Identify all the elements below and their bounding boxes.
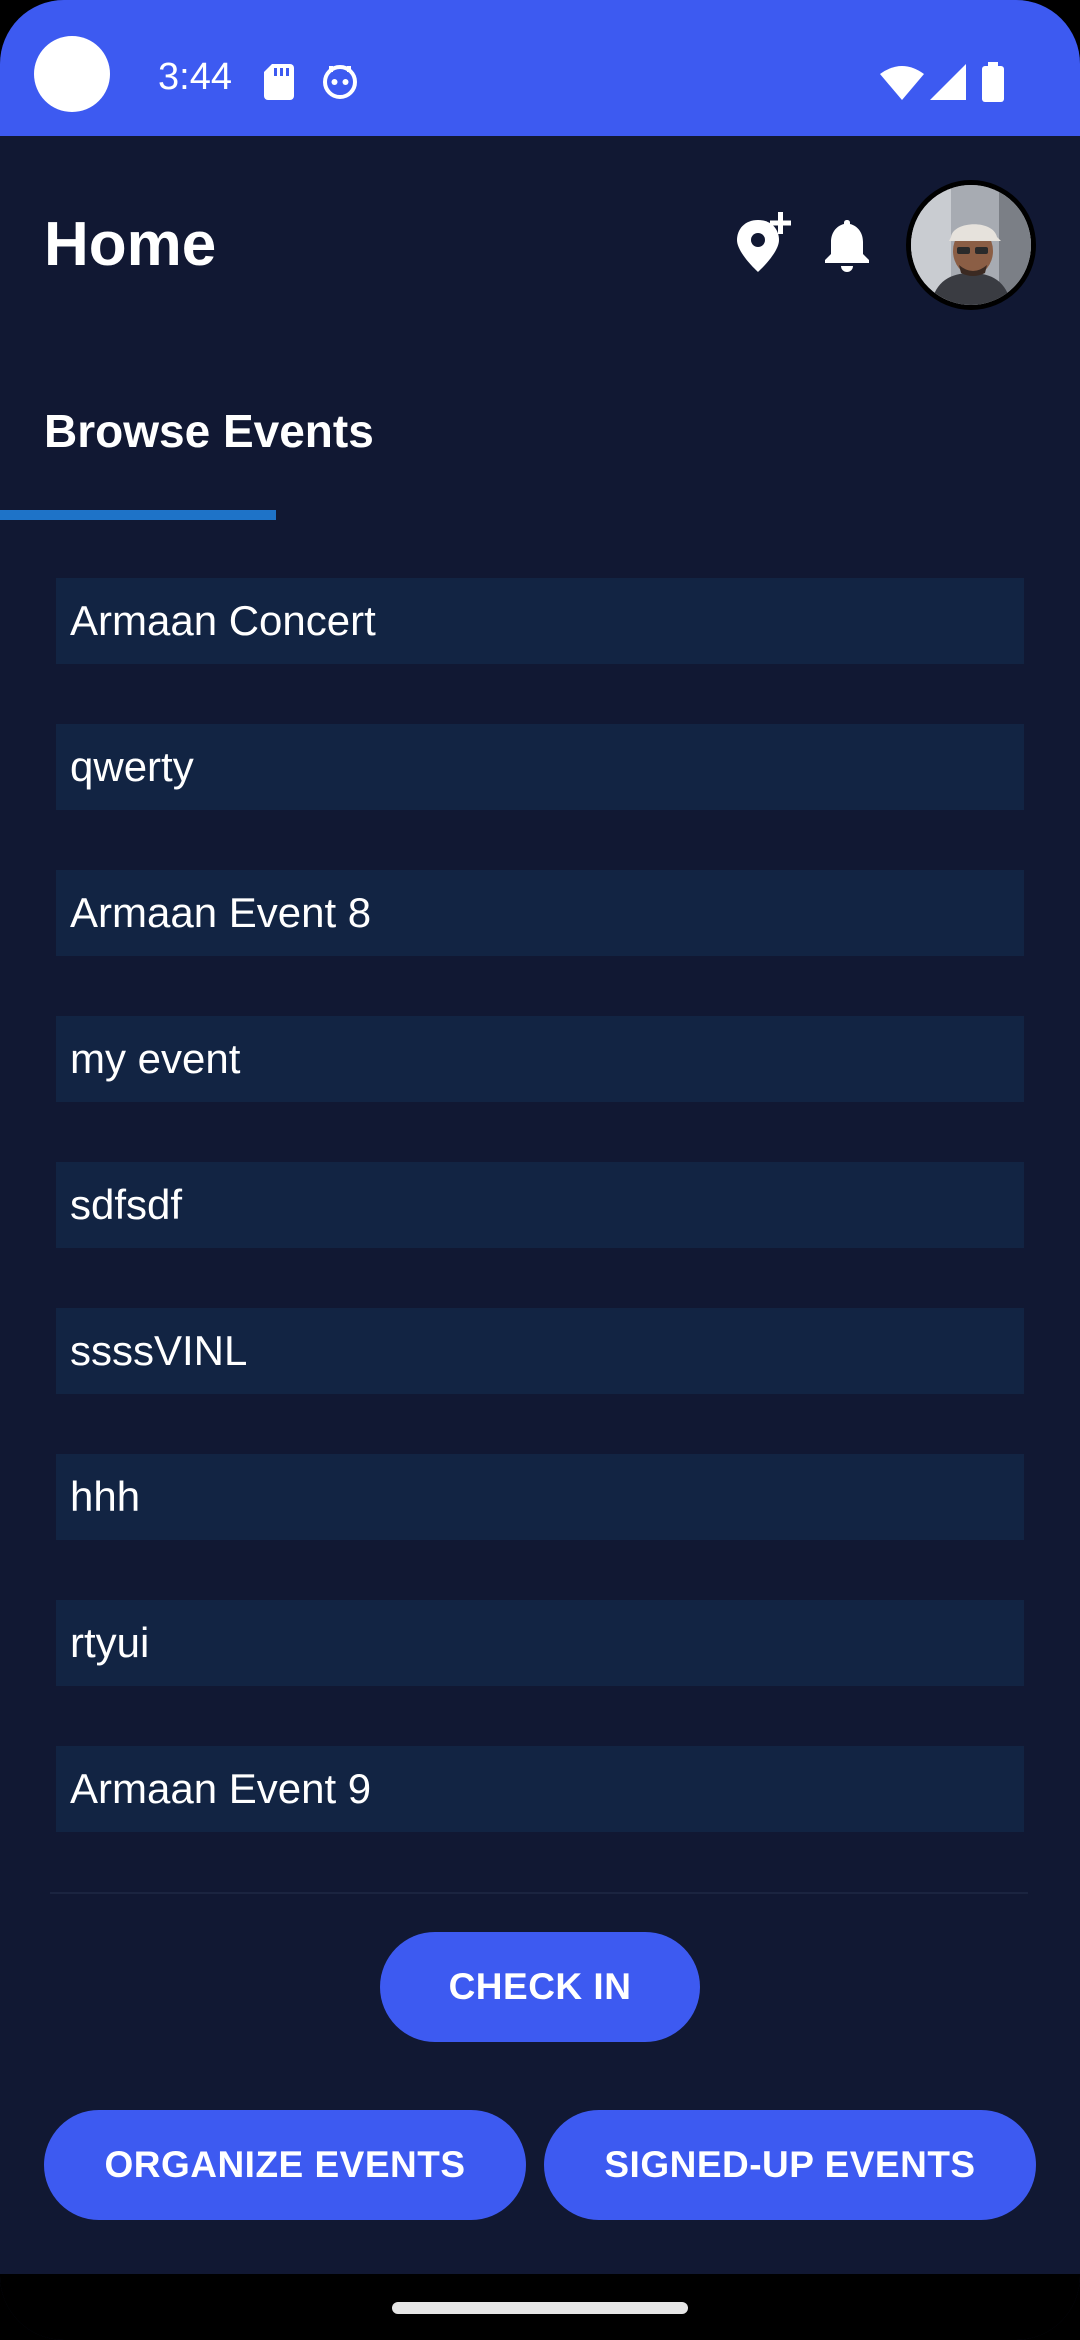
event-label: qwerty [70,743,194,790]
signed-up-events-button[interactable]: SIGNED-UP EVENTS [544,2110,1036,2220]
avatar-photo [911,185,1031,305]
event-item[interactable]: sdfsdf [56,1162,1024,1248]
phone-screen: 3:44 Home Browse Events Armaan Concert q… [0,0,1080,2340]
event-label: hhh [70,1473,141,1520]
bot-icon [323,65,357,99]
event-label: sdfsdf [70,1181,183,1228]
event-item[interactable]: Armaan Event 9 [56,1746,1024,1832]
tab-indicator [0,510,276,520]
page-title: Home [44,210,217,279]
battery-icon [982,62,1004,102]
event-item[interactable]: Armaan Concert [56,578,1024,664]
status-time: 3:44 [158,56,232,98]
camera-cutout [34,36,110,112]
status-bar: 3:44 [0,0,1080,136]
bell-icon[interactable] [822,216,872,274]
event-item[interactable]: rtyui [56,1600,1024,1686]
event-label: rtyui [70,1619,150,1666]
home-gesture-handle[interactable] [392,2302,688,2314]
event-item[interactable]: my event [56,1016,1024,1102]
event-label: Armaan Event 8 [70,889,372,936]
wifi-icon [880,66,924,100]
event-label: Armaan Event 9 [70,1765,372,1812]
event-label: ssssVINL [70,1327,248,1374]
signal-icon [930,64,966,100]
sd-card-icon [264,64,294,100]
add-location-icon[interactable] [734,212,794,274]
person-icon [911,185,1031,305]
event-label: my event [70,1035,241,1082]
event-item[interactable]: qwerty [56,724,1024,810]
event-list: Armaan Concert qwerty Armaan Event 8 my … [56,578,1024,1892]
event-label: Armaan Concert [70,597,376,644]
organize-events-button[interactable]: ORGANIZE EVENTS [44,2110,526,2220]
event-item[interactable]: Armaan Event 8 [56,870,1024,956]
check-in-button[interactable]: CHECK IN [380,1932,700,2042]
tab-browse-events[interactable]: Browse Events [44,408,374,454]
event-item[interactable]: hhh [56,1454,1024,1540]
list-divider [50,1892,1028,1894]
profile-avatar[interactable] [906,180,1036,310]
event-item[interactable]: ssssVINL [56,1308,1024,1394]
